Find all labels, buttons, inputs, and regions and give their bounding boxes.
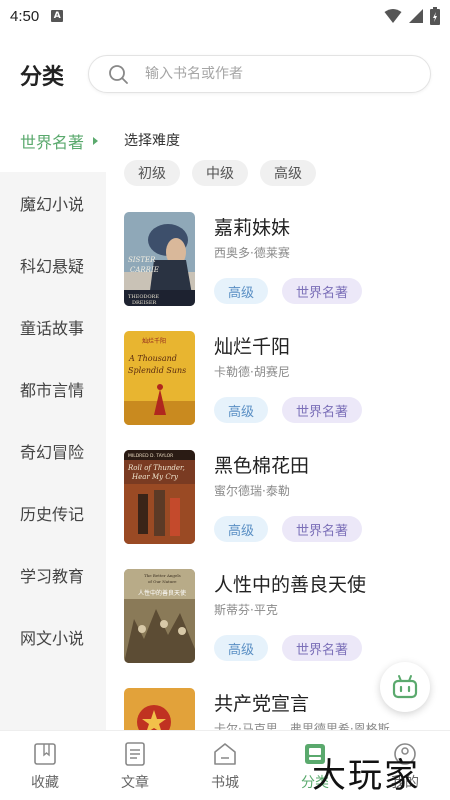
level-tag: 高级: [214, 278, 269, 304]
sidebar-item-label: 网文小说: [20, 629, 85, 648]
sidebar-item-label: 科幻悬疑: [20, 257, 85, 276]
category-tag: 世界名著: [282, 397, 363, 423]
svg-text:The Better Angels: The Better Angels: [144, 573, 181, 578]
article-icon: [125, 742, 145, 766]
search-input[interactable]: [145, 66, 405, 82]
bookmark-book-icon: [34, 743, 56, 765]
book-cover: 灿烂千阳 A Thousand Splendid Suns: [124, 331, 195, 425]
page-title: 分类: [20, 65, 65, 90]
watermark-text: 大玩家: [312, 756, 420, 796]
tab-label: 书城: [211, 775, 239, 791]
sidebar-item-urban-romance[interactable]: 都市言情: [0, 358, 106, 420]
tab-label: 收藏: [31, 775, 59, 791]
book-title: 黑色棉花田: [214, 455, 310, 477]
sidebar-item-fairy-tales[interactable]: 童话故事: [0, 296, 106, 358]
sidebar-item-label: 学习教育: [20, 567, 85, 586]
sidebar-item-label: 世界名著: [20, 133, 85, 152]
bookstore-icon: [214, 743, 236, 765]
difficulty-chip-advanced[interactable]: 高级: [260, 160, 316, 186]
difficulty-filter: 初级 中级 高级: [124, 160, 316, 186]
status-bar: 4:50 A: [0, 0, 450, 32]
svg-text:Splendid Suns: Splendid Suns: [128, 366, 186, 375]
status-time: 4:50: [10, 7, 40, 25]
sidebar-item-fantasy-magic[interactable]: 魔幻小说: [0, 172, 106, 234]
sidebar-item-adventure[interactable]: 奇幻冒险: [0, 420, 106, 482]
sidebar-item-label: 童话故事: [20, 319, 85, 338]
svg-text:人性中的善良天使: 人性中的善良天使: [138, 589, 186, 597]
sidebar-item-scifi-mystery[interactable]: 科幻悬疑: [0, 234, 106, 296]
status-icons: [384, 7, 440, 25]
book-item[interactable]: 灿烂千阳 A Thousand Splendid Suns 灿烂千阳 卡勒德·胡…: [124, 331, 444, 427]
tab-label: 文章: [121, 775, 149, 791]
book-cover: SISTER CARRIE THEODORE DREISER: [124, 212, 195, 306]
book-author: 卡勒德·胡赛尼: [214, 365, 290, 379]
book-title: 人性中的善良天使: [214, 574, 367, 596]
svg-text:CARRIE: CARRIE: [130, 266, 159, 274]
sidebar-item-label: 都市言情: [20, 381, 85, 400]
svg-text:Hear My Cry: Hear My Cry: [131, 473, 179, 481]
search-bar[interactable]: [88, 55, 431, 93]
book-author: 卡尔·马克思，弗里德里希·恩格斯: [214, 722, 390, 730]
sidebar-item-world-classics[interactable]: 世界名著: [0, 110, 106, 172]
sidebar-item-history-biography[interactable]: 历史传记: [0, 482, 106, 544]
svg-text:Roll of Thunder,: Roll of Thunder,: [127, 464, 185, 472]
difficulty-chip-intermediate[interactable]: 中级: [192, 160, 248, 186]
svg-text:SISTER: SISTER: [128, 256, 156, 264]
svg-text:of Our Nature: of Our Nature: [148, 579, 177, 584]
notification-a-icon: A: [51, 10, 64, 22]
level-tag: 高级: [214, 397, 269, 423]
sidebar-item-web-novels[interactable]: 网文小说: [0, 606, 106, 668]
book-cover: MILDRED D. TAYLOR Roll of Thunder, Hear …: [124, 450, 195, 544]
header: 分类: [0, 48, 450, 102]
category-tag: 世界名著: [282, 278, 363, 304]
svg-text:A Thousand: A Thousand: [128, 354, 177, 363]
book-title: 嘉莉妹妹: [214, 217, 291, 239]
search-icon: [109, 65, 128, 84]
wifi-icon: [384, 9, 402, 23]
tab-bookstore[interactable]: 书城: [180, 731, 270, 800]
battery-icon: [430, 7, 440, 25]
book-item[interactable]: MILDRED D. TAYLOR Roll of Thunder, Hear …: [124, 450, 444, 546]
level-tag: 高级: [214, 516, 269, 542]
level-tag: 高级: [214, 635, 269, 661]
tab-articles[interactable]: 文章: [90, 731, 180, 800]
book-item[interactable]: The Better Angels of Our Nature 人性中的善良天使…: [124, 569, 444, 665]
book-author: 西奥多·德莱赛: [214, 246, 290, 260]
tab-favorites[interactable]: 收藏: [0, 731, 90, 800]
category-tag: 世界名著: [282, 635, 363, 661]
book-title: 共产党宣言: [214, 693, 310, 715]
sidebar-item-label: 奇幻冒险: [20, 443, 85, 462]
book-author: 斯蒂芬·平克: [214, 603, 278, 617]
svg-text:DREISER: DREISER: [132, 300, 156, 306]
difficulty-chip-beginner[interactable]: 初级: [124, 160, 180, 186]
book-item[interactable]: SISTER CARRIE THEODORE DREISER 嘉莉妹妹 西奥多·…: [124, 212, 444, 308]
category-sidebar: 世界名著 魔幻小说 科幻悬疑 童话故事 都市言情 奇幻冒险 历史传记 学习教育 …: [0, 110, 106, 730]
sidebar-item-label: 历史传记: [20, 505, 85, 524]
book-author: 蜜尔德瑞·泰勒: [214, 484, 290, 498]
assistant-robot-button[interactable]: [380, 662, 430, 712]
sidebar-item-education[interactable]: 学习教育: [0, 544, 106, 606]
book-title: 灿烂千阳: [214, 336, 291, 358]
robot-icon: [392, 675, 418, 699]
svg-text:灿烂千阳: 灿烂千阳: [142, 337, 166, 345]
book-cover: [124, 688, 195, 730]
category-tag: 世界名著: [282, 516, 363, 542]
active-indicator-icon: [93, 137, 98, 145]
sidebar-item-label: 魔幻小说: [20, 195, 85, 214]
book-list-panel: 选择难度 初级 中级 高级 SISTER CARRIE THEODORE DRE…: [106, 110, 450, 730]
signal-icon: [409, 9, 423, 23]
book-cover: The Better Angels of Our Nature 人性中的善良天使: [124, 569, 195, 663]
difficulty-label: 选择难度: [124, 133, 180, 149]
svg-text:MILDRED D. TAYLOR: MILDRED D. TAYLOR: [128, 453, 173, 459]
